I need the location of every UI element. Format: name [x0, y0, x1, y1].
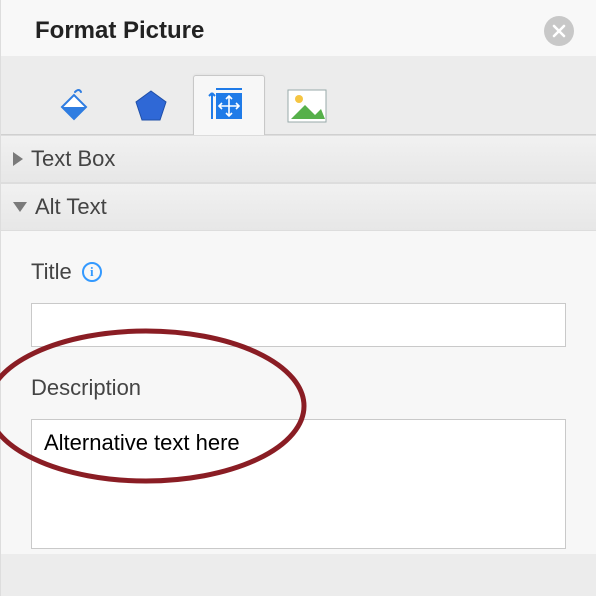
- description-textarea[interactable]: [31, 419, 566, 549]
- size-arrows-icon: [208, 85, 250, 127]
- title-input[interactable]: [31, 303, 566, 347]
- pane-title: Format Picture: [35, 17, 204, 45]
- chevron-right-icon: [13, 152, 23, 166]
- description-label: Description: [31, 375, 141, 401]
- section-alt-text: Alt Text Title i Description: [1, 183, 596, 554]
- title-label: Title: [31, 259, 72, 285]
- format-picture-pane: Format Picture: [0, 0, 596, 596]
- section-header-text-box[interactable]: Text Box: [1, 136, 596, 183]
- title-label-row: Title i: [31, 259, 566, 285]
- pane-header: Format Picture: [1, 0, 596, 56]
- fill-line-tab[interactable]: [37, 75, 109, 135]
- description-label-row: Description: [31, 375, 566, 401]
- size-properties-tab[interactable]: [193, 75, 265, 135]
- close-icon: [552, 24, 566, 38]
- chevron-down-icon: [13, 202, 27, 212]
- picture-icon: [287, 89, 327, 123]
- section-label-text-box: Text Box: [31, 146, 115, 172]
- paint-bucket-icon: [52, 85, 94, 127]
- pentagon-icon: [132, 87, 170, 125]
- picture-tab[interactable]: [271, 75, 343, 135]
- section-label-alt-text: Alt Text: [35, 194, 107, 220]
- close-button[interactable]: [544, 16, 574, 46]
- effects-tab[interactable]: [115, 75, 187, 135]
- info-icon[interactable]: i: [82, 262, 102, 282]
- section-header-alt-text[interactable]: Alt Text: [1, 184, 596, 231]
- tab-bar: [1, 56, 596, 135]
- section-text-box: Text Box: [1, 135, 596, 183]
- alt-text-content: Title i Description: [1, 231, 596, 554]
